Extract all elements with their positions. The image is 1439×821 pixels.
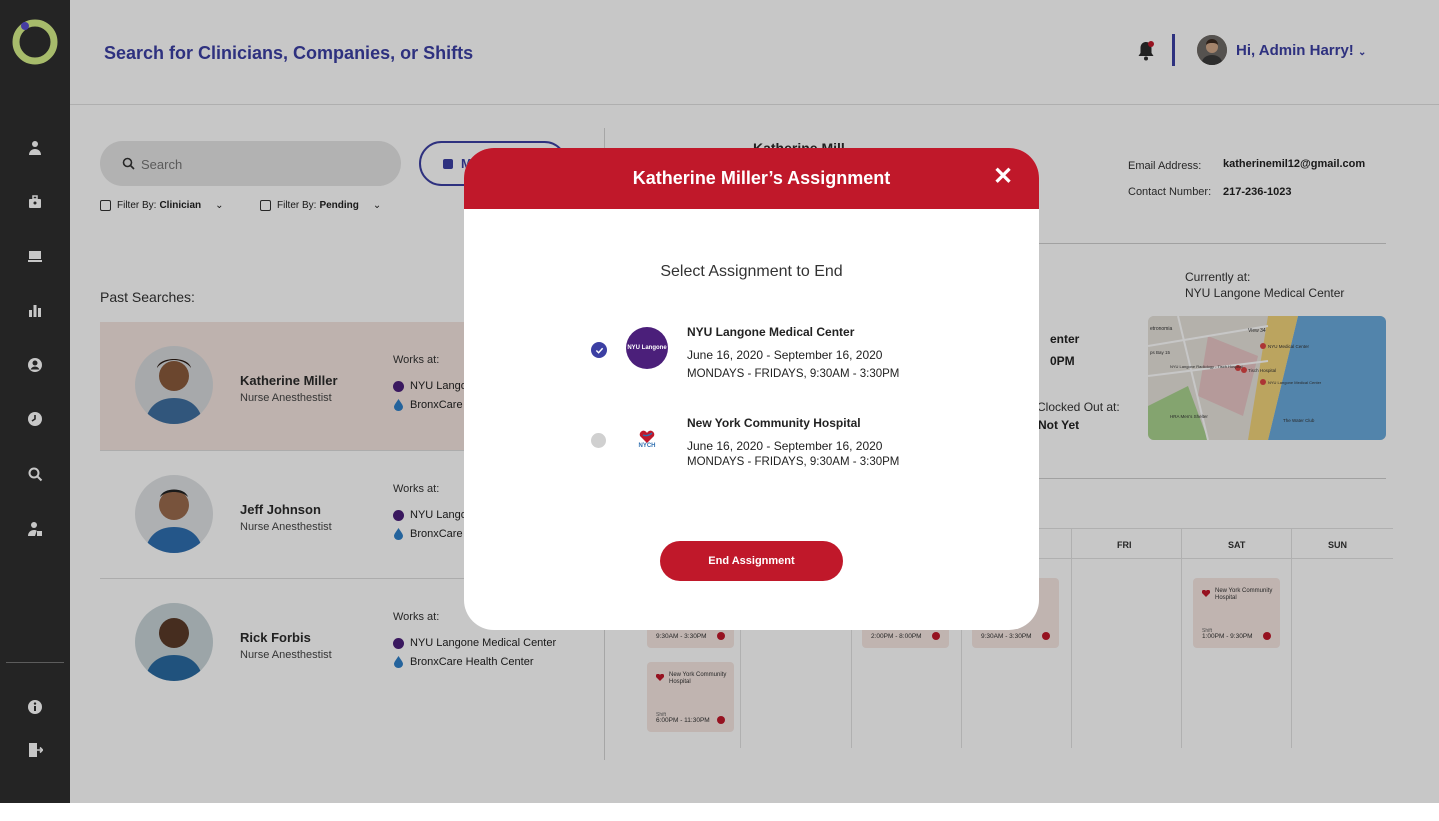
modal-subtitle: Select Assignment to End [660, 263, 843, 280]
assignment-option[interactable]: NYCH New York Community Hospital June 16… [464, 414, 1039, 484]
logo-text: NYU Langone [627, 345, 667, 351]
assignment-hospital: New York Community Hospital [687, 416, 861, 430]
bottom-strip [0, 803, 1439, 821]
nyu-langone-logo: NYU Langone [626, 327, 668, 369]
assignment-hospital: NYU Langone Medical Center [687, 325, 855, 339]
assignment-dates: June 16, 2020 - September 16, 2020 [687, 439, 883, 453]
heart-icon [639, 430, 655, 443]
assignment-dates: June 16, 2020 - September 16, 2020 [687, 348, 883, 362]
close-icon[interactable]: ✕ [990, 165, 1016, 192]
check-icon [595, 347, 603, 354]
radio-selected[interactable] [591, 342, 607, 358]
end-assignment-button[interactable]: End Assignment [660, 541, 843, 581]
modal-header: Katherine Miller’s Assignment ✕ [464, 148, 1039, 209]
assignment-schedule: MONDAYS - FRIDAYS, 9:30AM - 3:30PM [687, 456, 900, 468]
assignment-option[interactable]: NYU Langone NYU Langone Medical Center J… [464, 323, 1039, 393]
app-root: Search for Clinicians, Companies, or Shi… [0, 0, 1439, 821]
logo-text: NYCH [638, 443, 656, 449]
assignment-schedule: MONDAYS - FRIDAYS, 9:30AM - 3:30PM [687, 368, 900, 380]
modal-title: Katherine Miller’s Assignment [632, 168, 891, 188]
end-assignment-modal: Katherine Miller’s Assignment ✕ Select A… [464, 148, 1039, 630]
nych-logo: NYCH [626, 418, 668, 460]
radio-unselected[interactable] [591, 433, 606, 448]
